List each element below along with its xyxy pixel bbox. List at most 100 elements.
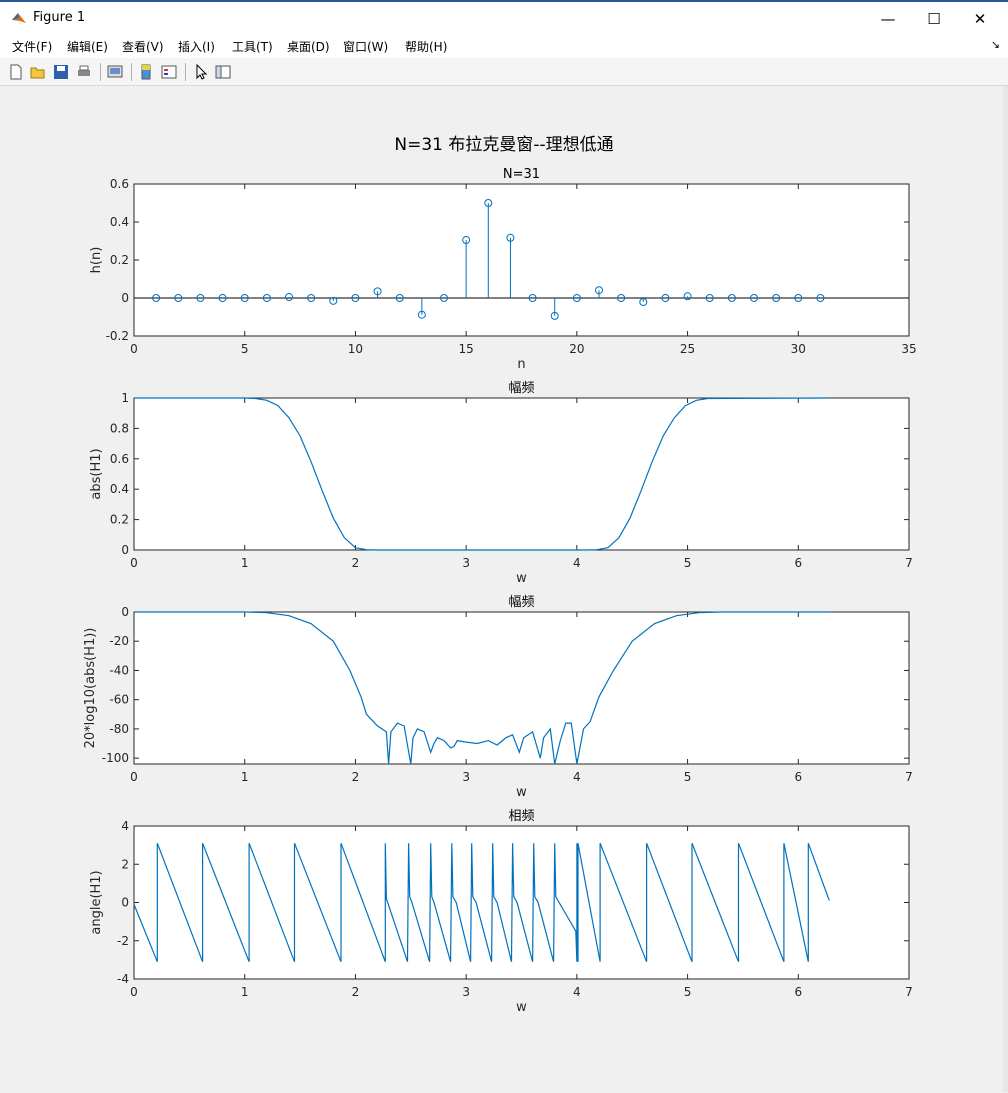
legend-icon[interactable] (160, 63, 178, 81)
matlab-logo-icon (12, 13, 26, 23)
y-tick-label: 4 (121, 819, 129, 833)
menu-bar: 文件(F) 编辑(E) 查看(V) 插入(I) 工具(T) 桌面(D) 窗口(W… (0, 34, 1008, 58)
menu-help[interactable]: 帮助(H) (405, 38, 447, 55)
x-tick-label: 6 (794, 985, 802, 999)
print-icon[interactable] (75, 63, 93, 81)
y-tick-label: -40 (109, 663, 129, 677)
property-editor-icon[interactable] (214, 63, 232, 81)
x-tick-label: 2 (352, 556, 360, 570)
menu-edit[interactable]: 编辑(E) (67, 38, 108, 55)
y-tick-label: 0.2 (110, 253, 129, 267)
figure-toolbar (0, 58, 1008, 86)
x-tick-label: 30 (791, 342, 806, 356)
x-tick-label: 4 (573, 985, 581, 999)
window-titlebar[interactable]: Figure 1 — ☐ ✕ (0, 0, 1008, 34)
y-tick-label: 1 (121, 391, 129, 405)
axes-4-xlabel: w (516, 1000, 527, 1015)
window-right-edge (1003, 86, 1008, 1092)
axes-2-xlabel: w (516, 571, 527, 586)
x-tick-label: 35 (901, 342, 916, 356)
pointer-icon[interactable] (192, 63, 210, 81)
axes-1-box (133, 183, 910, 337)
y-tick-label: 0.2 (110, 513, 129, 527)
x-tick-label: 6 (794, 770, 802, 784)
axes-1-xlabel: n (517, 357, 525, 372)
axes-1-title: N=31 (503, 167, 540, 182)
x-tick-label: 7 (905, 556, 913, 570)
x-tick-label: 15 (459, 342, 474, 356)
menu-desktop[interactable]: 桌面(D) (287, 38, 330, 55)
y-tick-label: -60 (109, 693, 129, 707)
x-tick-label: 5 (684, 556, 692, 570)
toolbar-separator (185, 63, 186, 81)
toolbar-separator (131, 63, 132, 81)
figure-suptitle: N=31 布拉克曼窗--理想低通 (394, 135, 613, 155)
menu-window[interactable]: 窗口(W) (343, 38, 388, 55)
y-tick-label: -20 (109, 634, 129, 648)
x-tick-label: 1 (241, 770, 249, 784)
y-tick-label: 0.6 (110, 177, 129, 191)
maximize-button[interactable]: ☐ (911, 4, 957, 34)
axes-3-box (133, 611, 910, 765)
y-tick-label: 0.8 (110, 421, 129, 435)
x-tick-label: 3 (462, 985, 470, 999)
y-tick-label: 2 (121, 857, 129, 871)
y-tick-label: 0.4 (110, 215, 129, 229)
x-tick-label: 10 (348, 342, 363, 356)
minimize-button[interactable]: — (865, 4, 911, 34)
y-tick-label: -2 (117, 934, 129, 948)
x-tick-label: 2 (352, 770, 360, 784)
x-tick-label: 20 (569, 342, 584, 356)
x-tick-label: 0 (130, 770, 138, 784)
y-tick-label: 0 (121, 543, 129, 557)
y-tick-label: -4 (117, 972, 129, 986)
axes-3-xlabel: w (516, 785, 527, 800)
x-tick-label: 0 (130, 342, 138, 356)
x-tick-label: 2 (352, 985, 360, 999)
figure-canvas: N=31 布拉克曼窗--理想低通 0 5 10 15 20 25 30 35 -0.2 0 0.2 0… (4, 86, 1003, 1089)
x-tick-label: 5 (241, 342, 249, 356)
dock-arrow-icon[interactable]: ↘ (991, 38, 1000, 51)
x-tick-label: 7 (905, 770, 913, 784)
window-title: Figure 1 (33, 10, 86, 25)
y-tick-label: -80 (109, 722, 129, 736)
y-tick-label: 0.6 (110, 452, 129, 466)
menu-file[interactable]: 文件(F) (12, 38, 52, 55)
x-tick-label: 25 (680, 342, 695, 356)
x-tick-label: 3 (462, 556, 470, 570)
axes-2-box (133, 397, 910, 551)
x-tick-label: 6 (794, 556, 802, 570)
x-tick-label: 4 (573, 556, 581, 570)
axes-4-title: 相频 (508, 809, 534, 824)
colorbar-icon[interactable] (137, 63, 155, 81)
y-tick-label: -100 (102, 751, 129, 765)
x-tick-label: 3 (462, 770, 470, 784)
menu-tools[interactable]: 工具(T) (232, 38, 273, 55)
x-tick-label: 1 (241, 985, 249, 999)
y-tick-label: 0.4 (110, 482, 129, 496)
menu-insert[interactable]: 插入(I) (178, 38, 215, 55)
x-tick-label: 4 (573, 770, 581, 784)
new-figure-icon[interactable] (7, 63, 25, 81)
figure-svg: N=31 布拉克曼窗--理想低通 0 5 10 15 20 25 30 35-0.200.20… (83, 135, 917, 1015)
x-tick-label: 5 (684, 985, 692, 999)
open-file-icon[interactable] (29, 63, 47, 81)
toolbar-separator (100, 63, 101, 81)
axes-3-title: 幅频 (508, 595, 534, 610)
menu-view[interactable]: 查看(V) (122, 38, 164, 55)
y-tick-label: 0 (121, 896, 129, 910)
x-tick-label: 0 (130, 556, 138, 570)
x-tick-label: 0 (130, 985, 138, 999)
axes-2-ylabel: abs(H1) (89, 448, 104, 499)
x-tick-label: 1 (241, 556, 249, 570)
y-tick-label: 0 (121, 605, 129, 619)
y-tick-label: -0.2 (106, 329, 129, 343)
close-button[interactable]: ✕ (957, 4, 1003, 34)
axes-1-ylabel: h(n) (89, 247, 104, 274)
print-preview-icon[interactable] (106, 63, 124, 81)
y-tick-label: 0 (121, 291, 129, 305)
save-icon[interactable] (52, 63, 70, 81)
axes-2-title: 幅频 (508, 381, 534, 396)
x-tick-label: 7 (905, 985, 913, 999)
x-tick-label: 5 (684, 770, 692, 784)
